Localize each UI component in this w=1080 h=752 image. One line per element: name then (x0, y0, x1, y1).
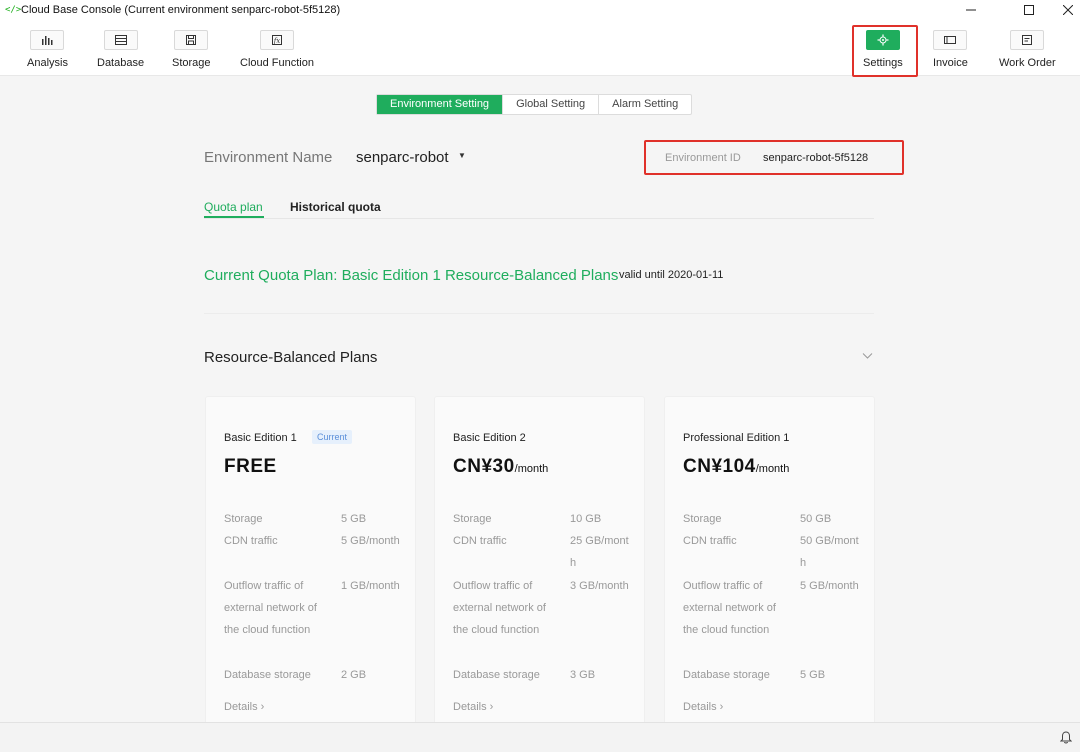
plan-card-professional-1[interactable]: Professional Edition 1 CN¥104/month Stor… (664, 396, 875, 726)
minimize-icon (966, 9, 976, 11)
plan-price: CN¥30/month (453, 456, 549, 477)
spec-value-outflow: 1 GB/month (341, 580, 400, 592)
details-link[interactable]: Details › (683, 701, 723, 713)
close-icon (1063, 5, 1073, 15)
storage-icon (174, 30, 209, 50)
spec-value-db: 2 GB (341, 669, 367, 681)
analysis-icon (30, 30, 65, 50)
plans-section-title: Resource-Balanced Plans (204, 349, 378, 366)
spec-label-db: Database storage (683, 669, 770, 681)
database-label: Database (97, 57, 145, 69)
spec-value-outflow: 3 GB/month (570, 580, 629, 592)
subtab-divider (204, 218, 874, 219)
tab-global-setting[interactable]: Global Setting (503, 95, 600, 114)
spec-label-storage: Storage (453, 513, 492, 525)
spec-label-storage: Storage (683, 513, 722, 525)
quota-valid-until: valid until 2020-01-11 (619, 269, 724, 281)
spec-label-cdn: CDN traffic (683, 535, 737, 547)
toolbar-storage-button[interactable]: Storage (172, 30, 211, 69)
spec-value-cdn: 50 GB/month (800, 535, 859, 569)
spec-value-db: 3 GB (570, 669, 596, 681)
plan-name: Basic Edition 2 (453, 432, 526, 444)
tab-environment-setting[interactable]: Environment Setting (377, 95, 504, 114)
spec-value-cdn: 5 GB/month (341, 535, 400, 547)
environment-name-label: Environment Name (204, 149, 333, 166)
tab-quota-plan[interactable]: Quota plan (204, 200, 263, 214)
invoice-label: Invoice (933, 57, 968, 69)
storage-label: Storage (172, 57, 211, 69)
close-button[interactable] (1045, 0, 1080, 20)
plan-price: FREE (224, 456, 277, 477)
spec-label-db: Database storage (224, 669, 311, 681)
settings-tabs: Environment Setting Global Setting Alarm… (376, 94, 693, 115)
toolbar-invoice-button[interactable]: Invoice (933, 30, 968, 69)
tab-alarm-setting[interactable]: Alarm Setting (599, 95, 691, 114)
title-bar: </> Cloud Base Console (Current environm… (0, 0, 1080, 20)
minimize-button[interactable] (948, 0, 994, 20)
spec-label-db: Database storage (453, 669, 540, 681)
app-icon: </> (5, 5, 22, 15)
toolbar: Analysis Database Storage fx Cloud Funct… (0, 20, 1080, 76)
settings-highlight-box (852, 25, 918, 77)
details-link[interactable]: Details › (224, 701, 264, 713)
section-divider (204, 313, 874, 314)
plan-card-basic-2[interactable]: Basic Edition 2 CN¥30/month Storage 10 G… (434, 396, 645, 726)
spec-label-outflow: Outflow traffic of external network of t… (683, 580, 776, 636)
plan-card-basic-1[interactable]: Basic Edition 1 Current FREE Storage 5 G… (205, 396, 416, 726)
plan-name: Professional Edition 1 (683, 432, 790, 444)
environment-id-value: senparc-robot-5f5128 (763, 152, 869, 164)
spec-value-db: 5 GB (800, 669, 826, 681)
toolbar-cloud-function-button[interactable]: fx Cloud Function (240, 30, 314, 69)
spec-label-outflow: Outflow traffic of external network of t… (453, 580, 546, 636)
work-order-label: Work Order (999, 57, 1056, 69)
spec-value-cdn: 25 GB/month (570, 535, 629, 569)
toolbar-work-order-button[interactable]: Work Order (999, 30, 1056, 69)
spec-label-storage: Storage (224, 513, 263, 525)
cloud-function-icon: fx (260, 30, 294, 50)
spec-label-outflow: Outflow traffic of external network of t… (224, 580, 317, 636)
window-title: Cloud Base Console (Current environment … (21, 4, 341, 16)
toolbar-database-button[interactable]: Database (97, 30, 144, 69)
work-order-icon (1010, 30, 1045, 50)
toolbar-analysis-button[interactable]: Analysis (27, 30, 68, 69)
status-bar (0, 722, 1080, 752)
spec-value-storage: 5 GB (341, 513, 367, 525)
spec-value-storage: 10 GB (570, 513, 602, 525)
invoice-icon (933, 30, 968, 50)
chevron-down-icon[interactable] (862, 351, 873, 363)
analysis-label: Analysis (27, 57, 68, 69)
spec-label-cdn: CDN traffic (224, 535, 278, 547)
environment-id-label: Environment ID (665, 152, 741, 164)
bell-icon[interactable] (1059, 731, 1073, 749)
tab-historical-quota[interactable]: Historical quota (290, 200, 381, 214)
svg-text:fx: fx (273, 37, 281, 45)
spec-value-storage: 50 GB (800, 513, 832, 525)
current-quota-plan: Current Quota Plan: Basic Edition 1 Reso… (204, 267, 619, 284)
current-badge: Current (312, 430, 353, 444)
maximize-icon (1024, 5, 1034, 15)
details-link[interactable]: Details › (453, 701, 493, 713)
database-icon (103, 30, 138, 50)
environment-name-select[interactable]: senparc-robot (356, 149, 449, 166)
plan-price: CN¥104/month (683, 456, 790, 477)
caret-down-icon[interactable]: ▼ (458, 151, 466, 160)
spec-label-cdn: CDN traffic (453, 535, 507, 547)
spec-value-outflow: 5 GB/month (800, 580, 859, 592)
cloud-function-label: Cloud Function (240, 57, 314, 69)
active-tab-indicator (204, 216, 264, 218)
plan-name: Basic Edition 1 (224, 432, 297, 444)
